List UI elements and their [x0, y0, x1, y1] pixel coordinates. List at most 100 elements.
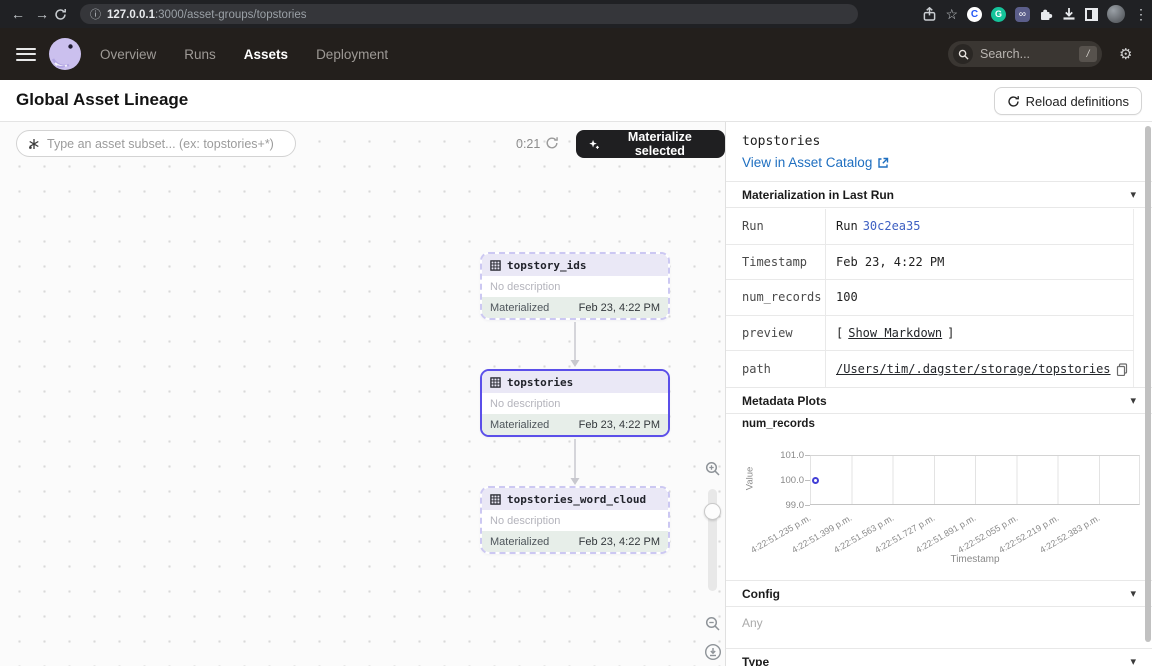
asset-selector-icon: [28, 138, 40, 150]
zoom-out-icon[interactable]: [705, 616, 721, 632]
materialize-sparkle-icon: [588, 138, 600, 151]
path-link[interactable]: /Users/tim/.dagster/storage/topstories: [836, 362, 1111, 376]
status-label: Materialized: [490, 302, 549, 314]
copy-icon[interactable]: [1116, 363, 1128, 376]
section-title: Type: [742, 655, 769, 666]
y-tick: 100.0: [762, 475, 804, 486]
extension-goggles-icon[interactable]: ∞: [1015, 7, 1030, 22]
chevron-down-icon[interactable]: ▾: [1130, 188, 1136, 201]
asset-node-status: Materialized Feb 23, 4:22 PM: [482, 531, 668, 552]
browser-forward-icon[interactable]: →: [30, 7, 54, 21]
panel-scrollbar[interactable]: [1145, 126, 1151, 642]
browser-actions: ☆ C G ∞ ⋮: [923, 0, 1148, 28]
zoom-in-icon[interactable]: [705, 461, 721, 477]
screen: ← → ⓘ 127.0.0.1:3000/asset-groups/topsto…: [0, 0, 1152, 666]
browser-profile-avatar[interactable]: [1107, 5, 1125, 23]
asset-detail-panel: topstories View in Asset Catalog Materia…: [726, 122, 1152, 666]
row-value: 100: [826, 280, 1134, 315]
row-label: num_records: [726, 280, 826, 315]
browser-menu-icon[interactable]: ⋮: [1134, 7, 1148, 21]
asset-node-topstories[interactable]: topstories No description Materialized F…: [480, 369, 670, 437]
graph-refresh-icon[interactable]: [545, 136, 559, 150]
config-value: Any: [742, 616, 763, 630]
row-label: preview: [726, 316, 826, 351]
table-icon: [490, 260, 501, 271]
run-id-link[interactable]: 30c2ea35: [863, 219, 921, 233]
row-label: Timestamp: [726, 245, 826, 280]
page-header: Global Asset Lineage Reload definitions: [0, 80, 1152, 122]
asset-node-name: topstories: [507, 376, 573, 389]
run-prefix: Run: [836, 219, 858, 233]
status-label: Materialized: [490, 419, 549, 431]
materialization-table: Run Run 30c2ea35 Timestamp Feb 23, 4:22 …: [726, 209, 1134, 387]
nav-tab-overview[interactable]: Overview: [100, 47, 156, 62]
nav-tab-runs[interactable]: Runs: [184, 47, 216, 62]
table-icon: [490, 494, 501, 505]
dagster-logo-icon[interactable]: [48, 37, 82, 71]
extension-c-icon[interactable]: C: [967, 7, 982, 22]
refresh-timer: 0:21: [516, 137, 540, 151]
reload-definitions-label: Reload definitions: [1026, 94, 1129, 109]
plot-area: [810, 455, 1140, 505]
reload-definitions-button[interactable]: Reload definitions: [994, 87, 1142, 115]
site-info-icon[interactable]: ⓘ: [90, 6, 101, 22]
data-point[interactable]: [812, 477, 819, 484]
global-search[interactable]: Search... /: [948, 41, 1102, 67]
page-title: Global Asset Lineage: [16, 90, 188, 110]
settings-gear-icon[interactable]: ⚙: [1119, 47, 1132, 62]
catalog-link-label: View in Asset Catalog: [742, 155, 872, 170]
row-label: path: [726, 351, 826, 387]
bracket: [: [836, 326, 843, 340]
show-markdown-link[interactable]: Show Markdown: [848, 326, 942, 340]
chevron-down-icon[interactable]: ▾: [1130, 587, 1136, 600]
selected-asset-name: topstories: [742, 134, 820, 149]
download-icon[interactable]: [1062, 7, 1076, 21]
status-timestamp: Feb 23, 4:22 PM: [579, 419, 660, 431]
asset-node-name: topstories_word_cloud: [507, 493, 646, 506]
url-bar[interactable]: ⓘ 127.0.0.1:3000/asset-groups/topstories: [80, 4, 858, 24]
asset-node-description: No description: [482, 393, 668, 414]
browser-chrome: ← → ⓘ 127.0.0.1:3000/asset-groups/topsto…: [0, 0, 1152, 28]
extension-grammarly-icon[interactable]: G: [991, 7, 1006, 22]
asset-filter-input-wrap: [16, 130, 296, 157]
reader-square-icon[interactable]: [1085, 8, 1098, 21]
asset-node-description: No description: [482, 510, 668, 531]
table-row-preview: preview [ Show Markdown]: [726, 316, 1134, 352]
section-config[interactable]: Config ▾: [726, 580, 1152, 607]
extensions-puzzle-icon[interactable]: [1039, 7, 1053, 21]
hamburger-menu-icon[interactable]: [16, 44, 36, 64]
materialize-selected-button[interactable]: Materialize selected: [576, 130, 725, 158]
asset-node-name: topstory_ids: [507, 259, 586, 272]
share-icon[interactable]: [923, 7, 936, 21]
section-materialization-last-run[interactable]: Materialization in Last Run ▾: [726, 181, 1152, 208]
browser-back-icon[interactable]: ←: [6, 7, 30, 21]
section-type[interactable]: Type ▾: [726, 648, 1152, 666]
asset-filter-input[interactable]: [47, 137, 284, 151]
y-axis-label: Value: [745, 459, 756, 499]
search-icon: [953, 44, 973, 64]
bookmark-star-icon[interactable]: ☆: [945, 7, 958, 21]
url-text: 127.0.0.1:3000/asset-groups/topstories: [107, 5, 306, 23]
nav-tab-deployment[interactable]: Deployment: [316, 47, 388, 62]
chevron-down-icon[interactable]: ▾: [1130, 655, 1136, 666]
reload-icon: [1007, 95, 1020, 108]
asset-graph-pane: 0:21 Materialize selected topstory_ids N…: [0, 122, 726, 666]
plot-title: num_records: [742, 418, 815, 430]
asset-node-topstory-ids[interactable]: topstory_ids No description Materialized…: [480, 252, 670, 320]
nav-tab-assets[interactable]: Assets: [244, 47, 288, 62]
chevron-down-icon[interactable]: ▾: [1130, 394, 1136, 407]
browser-reload-icon[interactable]: [54, 8, 78, 21]
bracket: ]: [947, 326, 954, 340]
table-row-path: path /Users/tim/.dagster/storage/topstor…: [726, 351, 1134, 387]
nav-tabs: Overview Runs Assets Deployment: [100, 47, 388, 62]
section-title: Metadata Plots: [742, 394, 827, 408]
view-in-asset-catalog-link[interactable]: View in Asset Catalog: [742, 155, 889, 170]
table-row-timestamp: Timestamp Feb 23, 4:22 PM: [726, 245, 1134, 281]
asset-node-status: Materialized Feb 23, 4:22 PM: [482, 414, 668, 435]
asset-node-topstories-word-cloud[interactable]: topstories_word_cloud No description Mat…: [480, 486, 670, 554]
x-axis-label: Timestamp: [810, 554, 1140, 565]
section-metadata-plots[interactable]: Metadata Plots ▾: [726, 387, 1152, 414]
zoom-slider-handle[interactable]: [704, 503, 721, 520]
zoom-to-fit-icon[interactable]: [704, 643, 722, 661]
num-records-chart: Value 101.0 100.0 99.0 4:22:51.235 p.m. …: [726, 440, 1152, 574]
